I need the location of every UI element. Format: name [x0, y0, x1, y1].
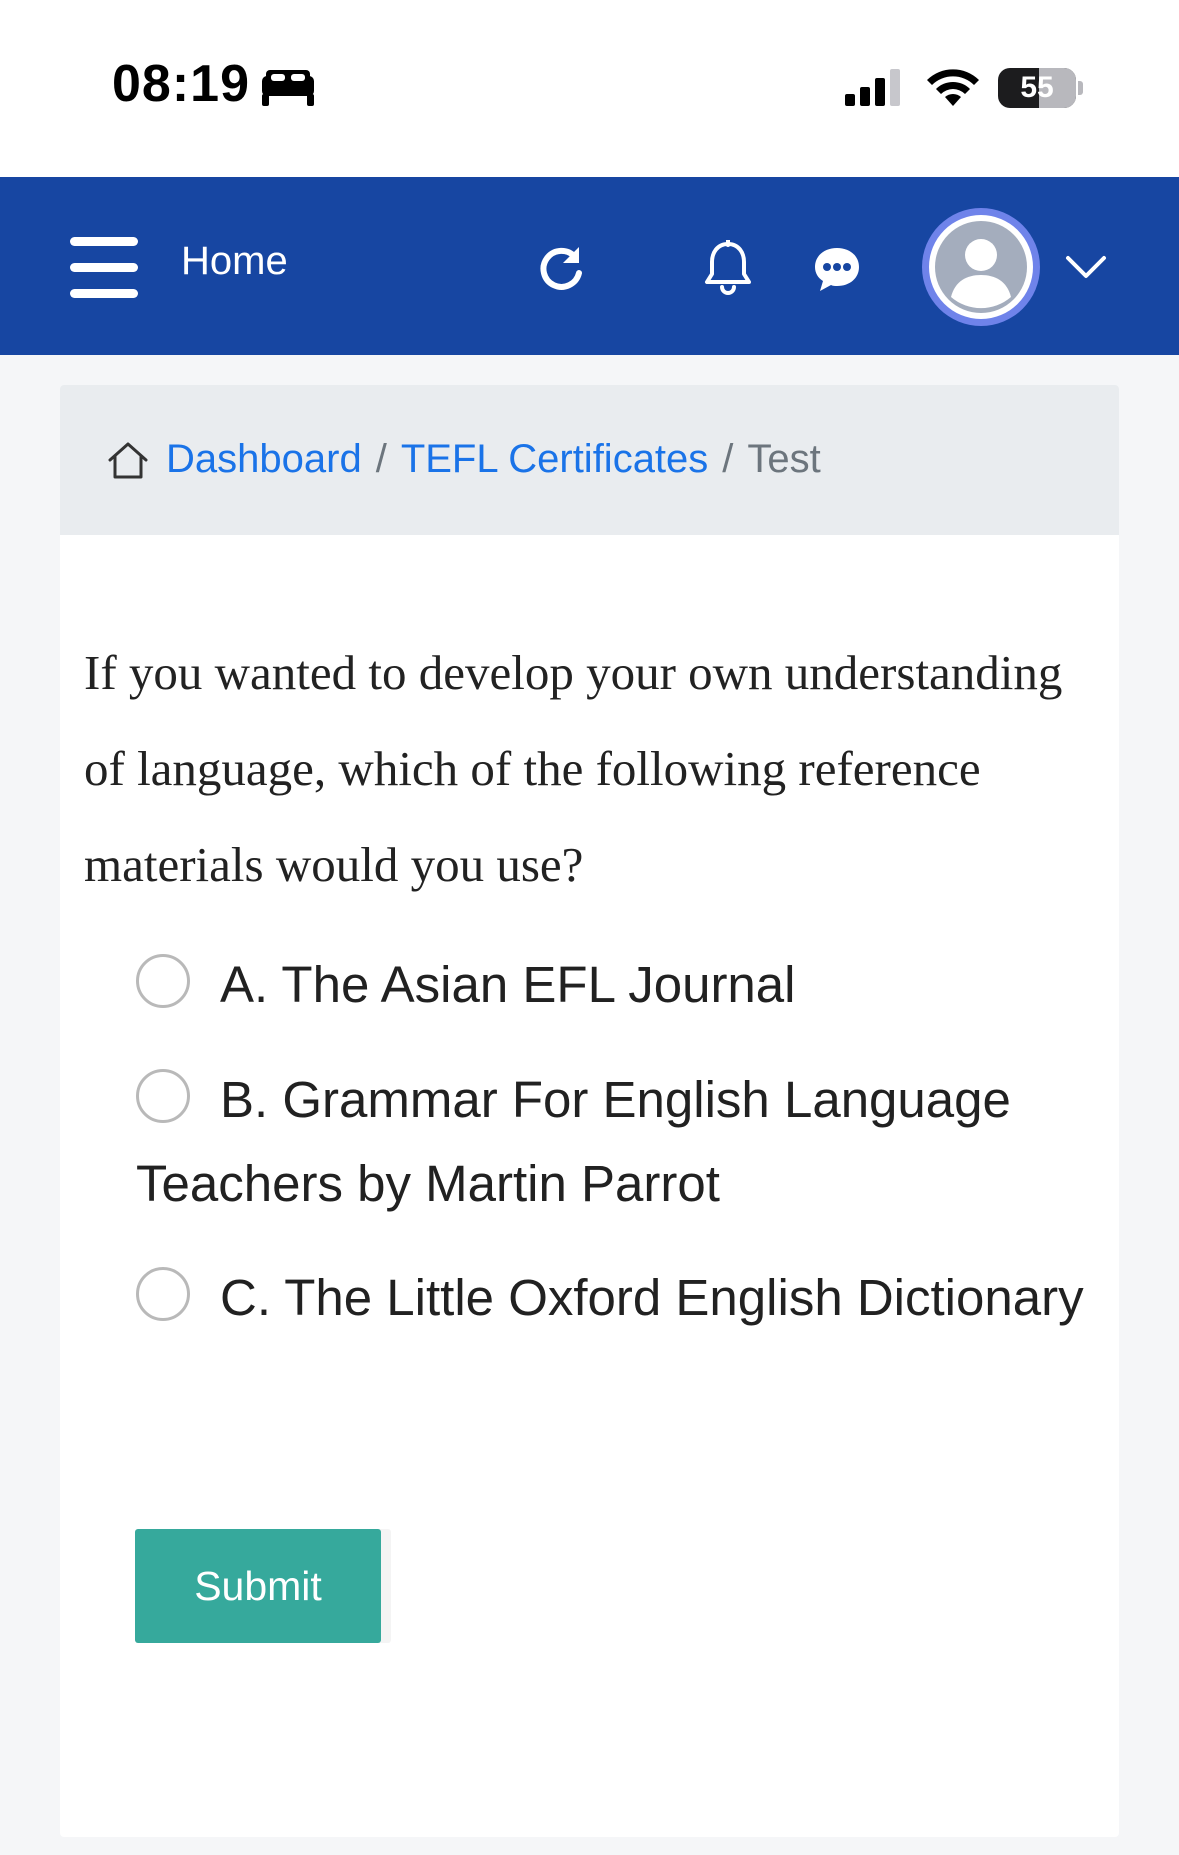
option-b-radio[interactable]: [136, 1069, 190, 1123]
option-a-label: A. The Asian EFL Journal: [220, 956, 796, 1013]
breadcrumb-item-dashboard[interactable]: Dashboard: [166, 437, 362, 481]
question-text: If you wanted to develop your own unders…: [84, 645, 1063, 892]
battery-level: 55: [1020, 71, 1054, 104]
signal-icon: [845, 69, 900, 106]
battery-icon: 55: [998, 68, 1076, 108]
option-a[interactable]: A. The Asian EFL Journal: [136, 943, 1096, 1027]
hamburger-menu-icon[interactable]: [70, 237, 138, 298]
bell-icon[interactable]: [703, 240, 753, 296]
option-c-radio[interactable]: [136, 1267, 190, 1321]
option-a-radio[interactable]: [136, 954, 190, 1008]
user-icon: [935, 221, 1027, 313]
chevron-down-icon[interactable]: [1064, 250, 1108, 282]
chat-icon[interactable]: [812, 245, 862, 293]
status-time: 08:19: [112, 55, 250, 113]
battery-cap: [1078, 81, 1083, 95]
option-c-label: C. The Little Oxford English Dictionary: [220, 1269, 1084, 1326]
wifi-icon: [927, 69, 979, 106]
refresh-icon[interactable]: [535, 243, 587, 295]
option-b-label: B. Grammar For English Language Teachers…: [136, 1071, 1011, 1212]
home-link[interactable]: Home: [181, 239, 288, 284]
submit-button[interactable]: Submit: [135, 1529, 381, 1643]
breadcrumb: Dashboard / TEFL Certificates / Test: [60, 385, 1119, 535]
breadcrumb-item-tefl-certificates[interactable]: TEFL Certificates: [401, 437, 708, 481]
breadcrumb-separator: /: [722, 437, 734, 481]
status-bar: 08:19 55: [0, 0, 1179, 177]
quiz-card: Dashboard / TEFL Certificates / Test If you …: [60, 385, 1119, 1837]
option-b[interactable]: B. Grammar For English Language Teachers…: [136, 1058, 1096, 1226]
app-header: Home: [0, 177, 1179, 355]
avatar[interactable]: [922, 208, 1040, 326]
breadcrumb-trail: Dashboard / TEFL Certificates / Test: [166, 437, 821, 482]
option-c[interactable]: C. The Little Oxford English Dictionary: [136, 1256, 1096, 1340]
breadcrumb-separator: /: [375, 437, 387, 481]
house-icon[interactable]: [106, 440, 150, 480]
sleep-focus-icon: [262, 70, 314, 106]
breadcrumb-item-test: Test: [747, 437, 821, 481]
